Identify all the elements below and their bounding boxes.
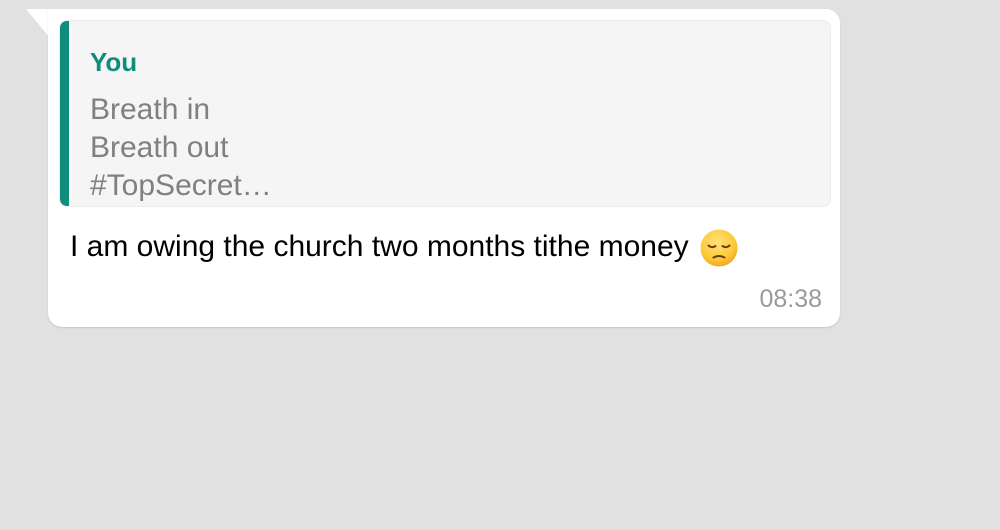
message-bubble[interactable]: You Breath in Breath out #TopSecret… I a… (48, 9, 840, 327)
quote-text: Breath in Breath out #TopSecret… (90, 91, 272, 205)
quote-author: You (90, 47, 138, 77)
message-timestamp: 08:38 (759, 285, 822, 313)
quoted-message[interactable]: You Breath in Breath out #TopSecret… (59, 20, 831, 207)
quote-line: Breath out (90, 131, 229, 164)
quote-accent-bar (60, 21, 69, 206)
pensive-face-icon (699, 228, 739, 268)
message-content: I am owing the church two months tithe m… (70, 225, 739, 269)
quote-line: Breath in (90, 93, 211, 126)
quote-line: #TopSecret… (90, 169, 272, 202)
message-text: I am owing the church two months tithe m… (70, 230, 689, 263)
chat-area: You Breath in Breath out #TopSecret… I a… (0, 0, 1000, 530)
